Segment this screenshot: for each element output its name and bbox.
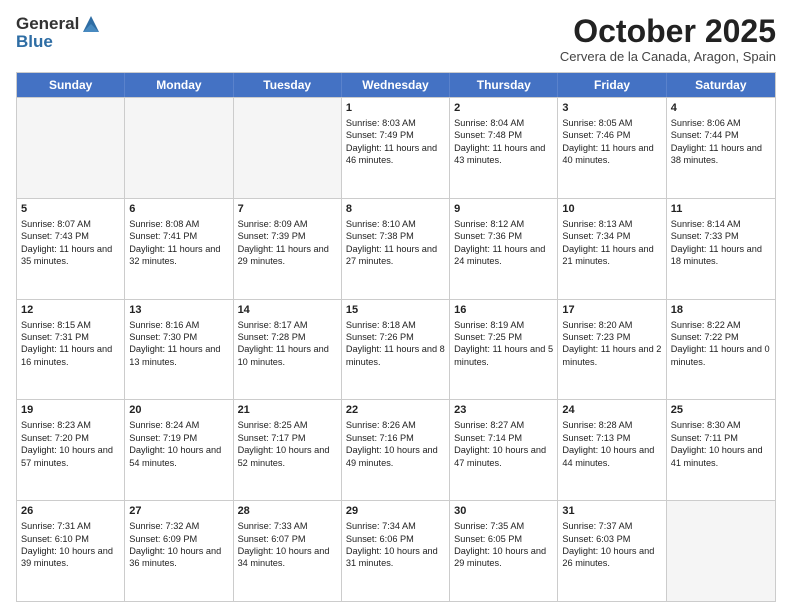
calendar-day-24: 24Sunrise: 8:28 AMSunset: 7:13 PMDayligh… <box>558 400 666 500</box>
day-number: 14 <box>238 303 337 318</box>
day-header-friday: Friday <box>558 73 666 97</box>
day-number: 9 <box>454 202 553 217</box>
calendar-day-14: 14Sunrise: 8:17 AMSunset: 7:28 PMDayligh… <box>234 300 342 400</box>
logo-blue: Blue <box>16 32 101 52</box>
calendar-day-20: 20Sunrise: 8:24 AMSunset: 7:19 PMDayligh… <box>125 400 233 500</box>
day-number: 3 <box>562 101 661 116</box>
calendar-day-29: 29Sunrise: 7:34 AMSunset: 6:06 PMDayligh… <box>342 501 450 601</box>
calendar-title: October 2025 <box>560 14 776 49</box>
logo-icon <box>81 14 101 34</box>
calendar-day-18: 18Sunrise: 8:22 AMSunset: 7:22 PMDayligh… <box>667 300 775 400</box>
day-number: 1 <box>346 101 445 116</box>
calendar-week-3: 12Sunrise: 8:15 AMSunset: 7:31 PMDayligh… <box>17 299 775 400</box>
day-header-saturday: Saturday <box>667 73 775 97</box>
calendar-day-4: 4Sunrise: 8:06 AMSunset: 7:44 PMDaylight… <box>667 98 775 198</box>
calendar-day-empty <box>17 98 125 198</box>
day-number: 23 <box>454 403 553 418</box>
calendar-day-8: 8Sunrise: 8:10 AMSunset: 7:38 PMDaylight… <box>342 199 450 299</box>
day-header-thursday: Thursday <box>450 73 558 97</box>
day-number: 13 <box>129 303 228 318</box>
calendar-day-27: 27Sunrise: 7:32 AMSunset: 6:09 PMDayligh… <box>125 501 233 601</box>
calendar-day-19: 19Sunrise: 8:23 AMSunset: 7:20 PMDayligh… <box>17 400 125 500</box>
calendar-day-empty <box>125 98 233 198</box>
day-number: 24 <box>562 403 661 418</box>
calendar-day-10: 10Sunrise: 8:13 AMSunset: 7:34 PMDayligh… <box>558 199 666 299</box>
calendar-day-12: 12Sunrise: 8:15 AMSunset: 7:31 PMDayligh… <box>17 300 125 400</box>
day-header-tuesday: Tuesday <box>234 73 342 97</box>
day-number: 5 <box>21 202 120 217</box>
day-number: 16 <box>454 303 553 318</box>
day-number: 26 <box>21 504 120 519</box>
day-number: 21 <box>238 403 337 418</box>
calendar-day-empty <box>667 501 775 601</box>
day-number: 4 <box>671 101 771 116</box>
calendar-day-3: 3Sunrise: 8:05 AMSunset: 7:46 PMDaylight… <box>558 98 666 198</box>
day-number: 22 <box>346 403 445 418</box>
page-header: General Blue October 2025 Cervera de la … <box>16 14 776 64</box>
day-number: 10 <box>562 202 661 217</box>
day-number: 7 <box>238 202 337 217</box>
day-number: 2 <box>454 101 553 116</box>
calendar-header-row: SundayMondayTuesdayWednesdayThursdayFrid… <box>17 73 775 97</box>
calendar-day-15: 15Sunrise: 8:18 AMSunset: 7:26 PMDayligh… <box>342 300 450 400</box>
day-number: 11 <box>671 202 771 217</box>
calendar: SundayMondayTuesdayWednesdayThursdayFrid… <box>16 72 776 602</box>
calendar-day-11: 11Sunrise: 8:14 AMSunset: 7:33 PMDayligh… <box>667 199 775 299</box>
title-block: October 2025 Cervera de la Canada, Arago… <box>560 14 776 64</box>
day-number: 19 <box>21 403 120 418</box>
calendar-day-28: 28Sunrise: 7:33 AMSunset: 6:07 PMDayligh… <box>234 501 342 601</box>
day-number: 31 <box>562 504 661 519</box>
day-number: 17 <box>562 303 661 318</box>
calendar-day-21: 21Sunrise: 8:25 AMSunset: 7:17 PMDayligh… <box>234 400 342 500</box>
day-number: 25 <box>671 403 771 418</box>
day-number: 18 <box>671 303 771 318</box>
day-number: 27 <box>129 504 228 519</box>
day-number: 30 <box>454 504 553 519</box>
calendar-day-22: 22Sunrise: 8:26 AMSunset: 7:16 PMDayligh… <box>342 400 450 500</box>
calendar-subtitle: Cervera de la Canada, Aragon, Spain <box>560 49 776 64</box>
calendar-week-5: 26Sunrise: 7:31 AMSunset: 6:10 PMDayligh… <box>17 500 775 601</box>
day-number: 8 <box>346 202 445 217</box>
calendar-week-1: 1Sunrise: 8:03 AMSunset: 7:49 PMDaylight… <box>17 97 775 198</box>
day-number: 20 <box>129 403 228 418</box>
calendar-day-empty <box>234 98 342 198</box>
calendar-body: 1Sunrise: 8:03 AMSunset: 7:49 PMDaylight… <box>17 97 775 601</box>
calendar-day-5: 5Sunrise: 8:07 AMSunset: 7:43 PMDaylight… <box>17 199 125 299</box>
day-header-sunday: Sunday <box>17 73 125 97</box>
calendar-day-6: 6Sunrise: 8:08 AMSunset: 7:41 PMDaylight… <box>125 199 233 299</box>
calendar-day-31: 31Sunrise: 7:37 AMSunset: 6:03 PMDayligh… <box>558 501 666 601</box>
calendar-week-4: 19Sunrise: 8:23 AMSunset: 7:20 PMDayligh… <box>17 399 775 500</box>
calendar-day-7: 7Sunrise: 8:09 AMSunset: 7:39 PMDaylight… <box>234 199 342 299</box>
calendar-day-25: 25Sunrise: 8:30 AMSunset: 7:11 PMDayligh… <box>667 400 775 500</box>
day-number: 28 <box>238 504 337 519</box>
calendar-day-9: 9Sunrise: 8:12 AMSunset: 7:36 PMDaylight… <box>450 199 558 299</box>
calendar-day-2: 2Sunrise: 8:04 AMSunset: 7:48 PMDaylight… <box>450 98 558 198</box>
logo: General Blue <box>16 14 101 52</box>
day-number: 12 <box>21 303 120 318</box>
calendar-week-2: 5Sunrise: 8:07 AMSunset: 7:43 PMDaylight… <box>17 198 775 299</box>
day-number: 6 <box>129 202 228 217</box>
day-number: 29 <box>346 504 445 519</box>
day-header-monday: Monday <box>125 73 233 97</box>
logo-general: General <box>16 14 79 34</box>
calendar-day-16: 16Sunrise: 8:19 AMSunset: 7:25 PMDayligh… <box>450 300 558 400</box>
calendar-day-23: 23Sunrise: 8:27 AMSunset: 7:14 PMDayligh… <box>450 400 558 500</box>
calendar-day-17: 17Sunrise: 8:20 AMSunset: 7:23 PMDayligh… <box>558 300 666 400</box>
calendar-day-26: 26Sunrise: 7:31 AMSunset: 6:10 PMDayligh… <box>17 501 125 601</box>
day-header-wednesday: Wednesday <box>342 73 450 97</box>
calendar-day-30: 30Sunrise: 7:35 AMSunset: 6:05 PMDayligh… <box>450 501 558 601</box>
calendar-day-13: 13Sunrise: 8:16 AMSunset: 7:30 PMDayligh… <box>125 300 233 400</box>
calendar-day-1: 1Sunrise: 8:03 AMSunset: 7:49 PMDaylight… <box>342 98 450 198</box>
day-number: 15 <box>346 303 445 318</box>
